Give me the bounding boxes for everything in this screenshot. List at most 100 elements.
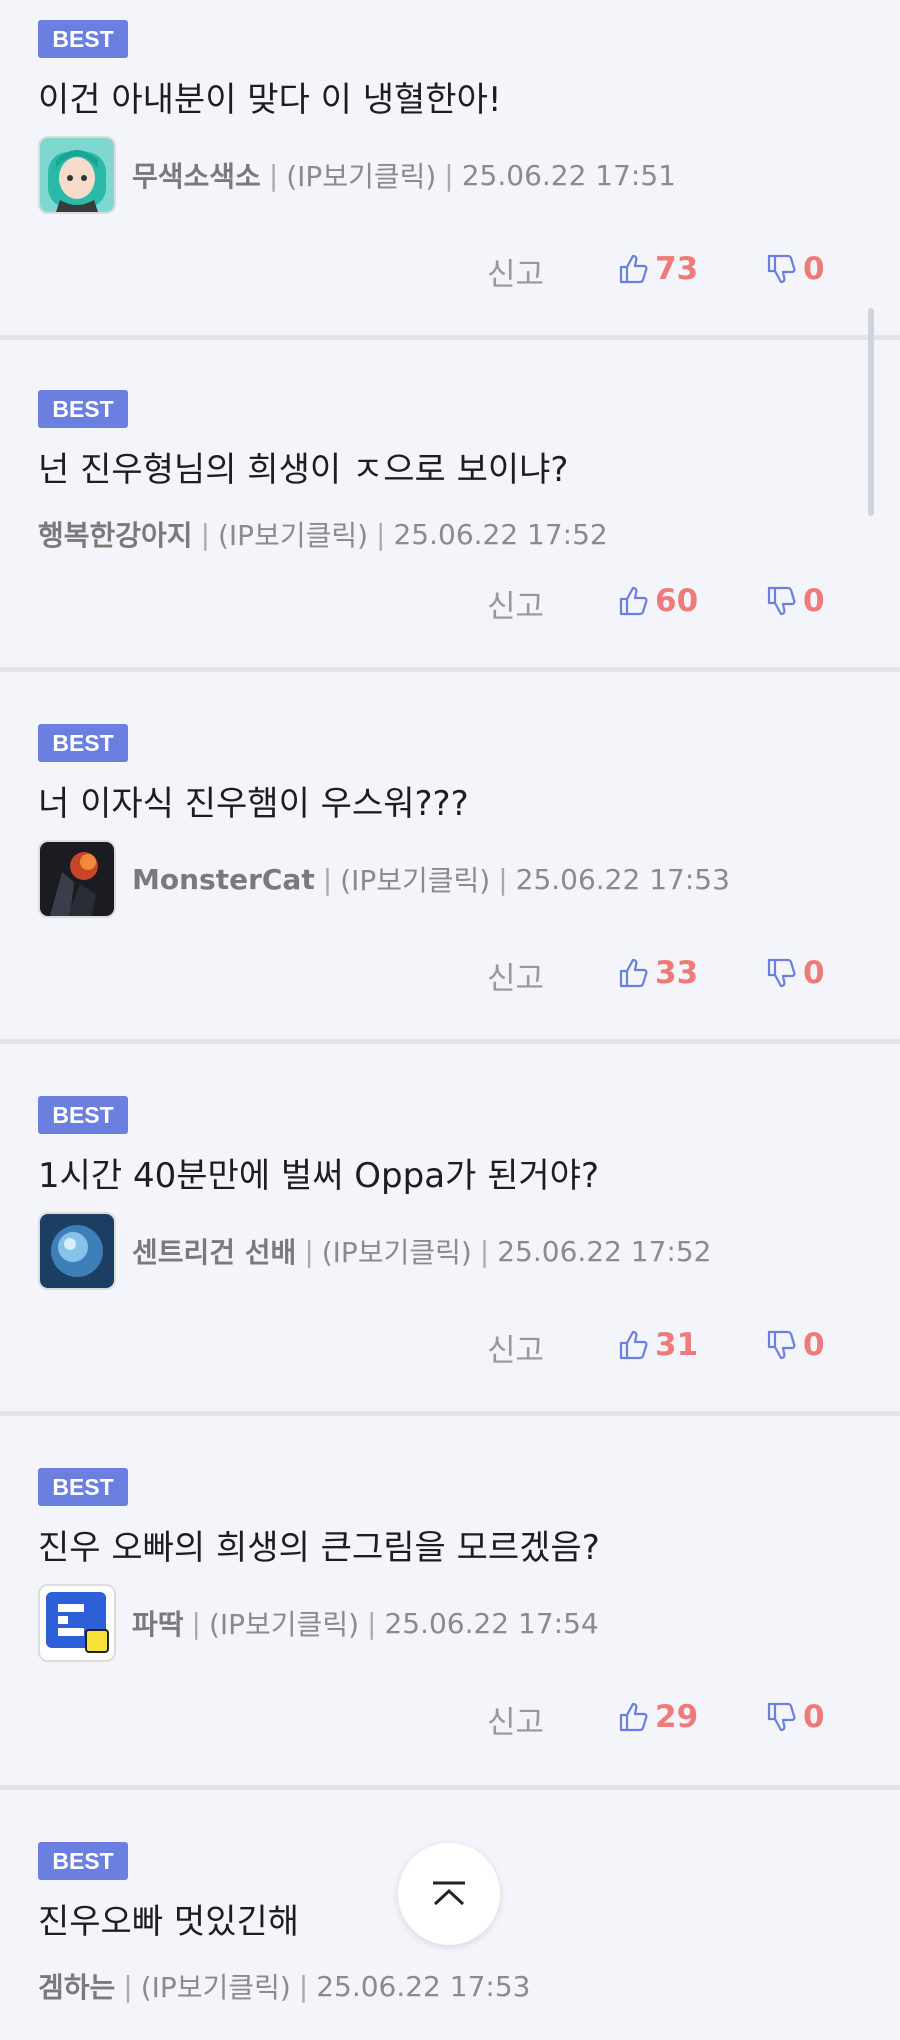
report-button[interactable]: 신고 <box>487 953 544 998</box>
dark-fire-avatar-icon <box>40 842 114 916</box>
timestamp: 25.06.22 17:53 <box>316 1969 531 2003</box>
scroll-to-top-button[interactable] <box>398 1843 500 1945</box>
nickname[interactable]: 행복한강아지 <box>38 514 193 554</box>
like-count: 33 <box>655 955 699 991</box>
avatar[interactable] <box>38 136 116 214</box>
report-button[interactable]: 신고 <box>487 581 544 626</box>
comment-actions: 신고 60 0 <box>0 577 900 627</box>
report-button[interactable]: 신고 <box>487 1697 544 1742</box>
thumbs-up-icon <box>619 1702 648 1732</box>
comment-meta: 행복한강아지 | (IP보기클릭) | 25.06.22 17:52 <box>38 514 608 554</box>
separator: | <box>304 1234 314 1268</box>
comment-text: 넌 진우형님의 희생이 ㅈ으로 보이냐? <box>38 450 569 490</box>
like-button[interactable]: 33 <box>617 955 698 991</box>
like-count: 60 <box>655 583 699 619</box>
comment-text: 진우 오빠의 희생의 큰그림을 모르겠음? <box>38 1528 600 1568</box>
like-count: 29 <box>655 1699 699 1735</box>
nickname[interactable]: 겜하는 <box>38 1966 115 2006</box>
separator: | <box>123 1969 133 2003</box>
dislike-button[interactable]: 0 <box>765 1327 825 1363</box>
dislike-count: 0 <box>803 583 825 619</box>
ip-view-link[interactable]: (IP보기클릭) <box>322 1231 472 1271</box>
like-button[interactable]: 31 <box>617 1327 698 1363</box>
thumbs-down-icon <box>767 254 796 284</box>
dislike-button[interactable]: 0 <box>765 583 825 619</box>
thumbs-up-icon <box>619 254 648 284</box>
thumbs-up-icon <box>619 958 648 988</box>
avatar[interactable] <box>38 840 116 918</box>
comment-meta: MonsterCat | (IP보기클릭) | 25.06.22 17:53 <box>38 840 730 918</box>
comment-item: BEST 넌 진우형님의 희생이 ㅈ으로 보이냐? 행복한강아지 | (IP보기… <box>0 340 900 672</box>
pixel-badge-avatar-icon <box>40 1586 114 1660</box>
comment-actions: 신고 33 0 <box>0 949 900 999</box>
thumbs-down-icon <box>767 1330 796 1360</box>
dislike-button[interactable]: 0 <box>765 955 825 991</box>
timestamp: 25.06.22 17:52 <box>393 517 608 551</box>
avatar[interactable] <box>38 1212 116 1290</box>
comment-meta: 파딱 | (IP보기클릭) | 25.06.22 17:54 <box>38 1584 599 1662</box>
comment-meta: 무색소색소 | (IP보기클릭) | 25.06.22 17:51 <box>38 136 676 214</box>
dislike-count: 0 <box>803 955 825 991</box>
timestamp: 25.06.22 17:53 <box>515 862 730 896</box>
comment-actions: 신고 73 0 <box>0 245 900 295</box>
chevron-up-icon <box>433 1881 465 1906</box>
comment-item: BEST 1시간 40분만에 벌써 Oppa가 된거야? 센트리건 선배 | (… <box>0 1044 900 1416</box>
like-button[interactable]: 29 <box>617 1699 698 1735</box>
thumbs-up-icon <box>619 586 648 616</box>
best-badge: BEST <box>38 20 128 58</box>
thumbs-down-icon <box>767 958 796 988</box>
dislike-button[interactable]: 0 <box>765 1699 825 1735</box>
report-button[interactable]: 신고 <box>487 249 544 294</box>
dislike-count: 0 <box>803 1327 825 1363</box>
ip-view-link[interactable]: (IP보기클릭) <box>209 1603 359 1643</box>
thumbs-up-icon <box>619 1330 648 1360</box>
avatar[interactable] <box>38 1584 116 1662</box>
like-button[interactable]: 73 <box>617 251 698 287</box>
nickname[interactable]: 센트리건 선배 <box>132 1231 296 1271</box>
nickname[interactable]: 파딱 <box>132 1603 184 1643</box>
separator: | <box>498 862 508 896</box>
dislike-button[interactable]: 0 <box>765 251 825 287</box>
separator: | <box>200 517 210 551</box>
timestamp: 25.06.22 17:52 <box>497 1234 712 1268</box>
scrollbar[interactable] <box>868 308 874 516</box>
separator: | <box>444 158 454 192</box>
separator: | <box>268 158 279 192</box>
separator: | <box>298 1969 309 2003</box>
best-badge: BEST <box>38 390 128 428</box>
dislike-count: 0 <box>803 251 825 287</box>
comment-item: BEST 진우 오빠의 희생의 큰그림을 모르겠음? 파딱 | (IP보기클릭)… <box>0 1416 900 1790</box>
comment-text: 1시간 40분만에 벌써 Oppa가 된거야? <box>38 1156 600 1196</box>
report-button[interactable]: 신고 <box>487 1325 544 1370</box>
dislike-count: 0 <box>803 1699 825 1735</box>
ip-view-link[interactable]: (IP보기클릭) <box>286 155 436 195</box>
timestamp: 25.06.22 17:51 <box>461 158 676 192</box>
like-count: 31 <box>655 1327 699 1363</box>
separator: | <box>479 1234 490 1268</box>
comment-meta: 겜하는 | (IP보기클릭) | 25.06.22 17:53 <box>38 1966 530 2006</box>
comment-meta: 센트리건 선배 | (IP보기클릭) | 25.06.22 17:52 <box>38 1212 712 1290</box>
best-badge: BEST <box>38 1468 128 1506</box>
comment-list: BEST 이건 아내분이 맞다 이 냉혈한아! 무색소색소 | (IP보기클릭)… <box>0 0 900 2040</box>
thumbs-down-icon <box>767 1702 796 1732</box>
best-badge: BEST <box>38 724 128 762</box>
comment-actions: 신고 31 0 <box>0 1321 900 1371</box>
comment-item: BEST 너 이자식 진우햄이 우스워??? MonsterCat | (IP보… <box>0 672 900 1044</box>
ip-view-link[interactable]: (IP보기클릭) <box>218 514 368 554</box>
separator: | <box>322 862 333 896</box>
blue-water-avatar-icon <box>40 1214 114 1288</box>
comment-text: 진우오빠 멋있긴해 <box>38 1902 300 1942</box>
best-badge: BEST <box>38 1842 128 1880</box>
timestamp: 25.06.22 17:54 <box>384 1606 599 1640</box>
nickname[interactable]: MonsterCat <box>132 863 315 896</box>
comment-item: BEST 이건 아내분이 맞다 이 냉혈한아! 무색소색소 | (IP보기클릭)… <box>0 0 900 340</box>
ip-view-link[interactable]: (IP보기클릭) <box>340 859 490 899</box>
comment-actions: 신고 29 0 <box>0 1693 900 1743</box>
best-badge: BEST <box>38 1096 128 1134</box>
like-button[interactable]: 60 <box>617 583 698 619</box>
ip-view-link[interactable]: (IP보기클릭) <box>141 1966 291 2006</box>
thumbs-down-icon <box>767 586 796 616</box>
separator: | <box>191 1606 201 1640</box>
like-count: 73 <box>655 251 699 287</box>
nickname[interactable]: 무색소색소 <box>132 155 261 195</box>
